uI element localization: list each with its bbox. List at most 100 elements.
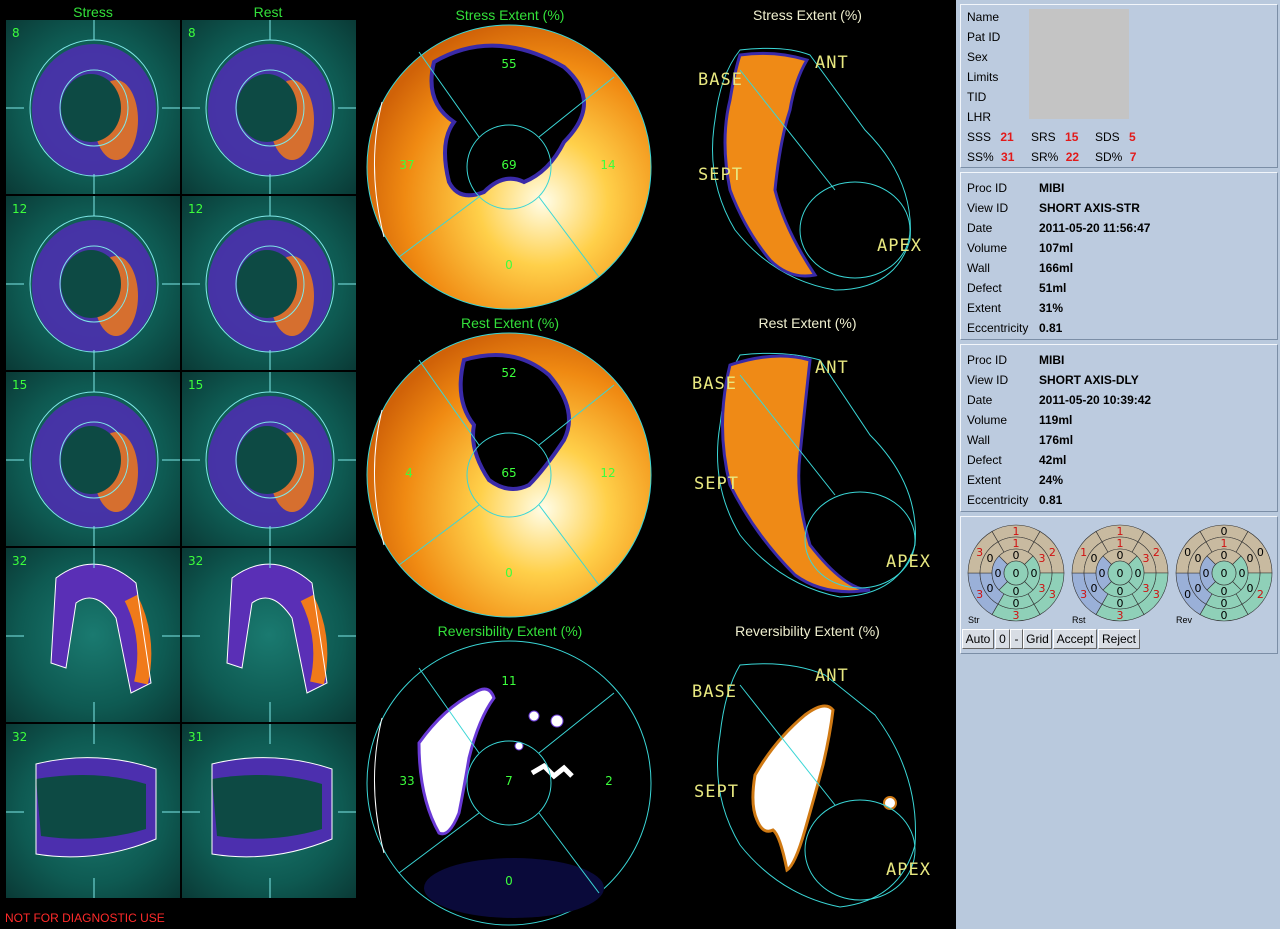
bullseye-segment-value: 0 bbox=[1203, 567, 1210, 580]
dash-button[interactable]: - bbox=[1010, 629, 1023, 649]
bullseye-segment-value: 0 bbox=[1013, 585, 1020, 598]
score-value-sd: 7 bbox=[1129, 150, 1137, 164]
stress-slice-number: 12 bbox=[12, 202, 28, 216]
three-d-rev-base: BASE bbox=[692, 682, 737, 702]
proc_rest-value: MIBI bbox=[1039, 353, 1065, 367]
proc_rest-value: 0.81 bbox=[1039, 493, 1063, 507]
bullseye-apex-value: 0 bbox=[1013, 567, 1020, 580]
polar-title-reversibility: Reversibility Extent (%) bbox=[437, 623, 583, 639]
proc_rest-value: 42ml bbox=[1039, 453, 1067, 467]
bullseye-segment-value: 0 bbox=[1135, 567, 1142, 580]
proc_stress-value: SHORT AXIS-STR bbox=[1039, 201, 1140, 215]
rest-slice-4[interactable]: 32 bbox=[182, 548, 356, 722]
bullseye-rev[interactable]: 002000100000 0000 0 bbox=[1172, 521, 1276, 625]
bullseye-segment-value: 0 bbox=[987, 582, 994, 595]
bullseye-segment-value: 0 bbox=[1221, 549, 1228, 562]
bullseye-segment-value: 0 bbox=[1117, 585, 1124, 598]
bullseye-segment-value: 3 bbox=[976, 588, 983, 601]
proc_stress-value: 107ml bbox=[1039, 241, 1074, 255]
bullseye-segment-value: 0 bbox=[1257, 546, 1264, 559]
stress-slice-1[interactable]: 8 bbox=[6, 20, 180, 194]
bullseye-segment-value: 3 bbox=[1153, 588, 1160, 601]
polar-rev-right: 2 bbox=[605, 774, 613, 788]
bullseye-segment-value: 0 bbox=[1195, 582, 1202, 595]
proc_stress-label: Date bbox=[967, 221, 993, 235]
patient-label-limits: Limits bbox=[967, 70, 999, 84]
proc_stress-value: 31% bbox=[1039, 301, 1064, 315]
score-value-srs: 15 bbox=[1065, 130, 1079, 144]
score-label-ss: SS% bbox=[967, 150, 994, 164]
proc_rest-label: View ID bbox=[967, 373, 1009, 387]
zero-button[interactable]: 0 bbox=[995, 629, 1010, 649]
reject-button[interactable]: Reject bbox=[1098, 629, 1140, 649]
polar-rest-right: 12 bbox=[600, 466, 616, 480]
bullseye-segment-value: 3 bbox=[1080, 588, 1087, 601]
three-d-stress-apex: APEX bbox=[877, 236, 922, 256]
score-label-sd: SD% bbox=[1095, 150, 1123, 164]
score-value-sr: 22 bbox=[1065, 150, 1080, 164]
three-d-stress-ant: ANT bbox=[815, 53, 849, 73]
stress-slice-3[interactable]: 15 bbox=[6, 372, 180, 546]
bullseye-segment-value: 0 bbox=[1031, 567, 1038, 580]
rest-slice-5[interactable]: 31 bbox=[182, 724, 356, 898]
bullseye-segment-value: 0 bbox=[995, 567, 1002, 580]
proc_rest-label: Proc ID bbox=[967, 353, 1008, 367]
proc_stress-label: Proc ID bbox=[967, 181, 1008, 195]
proc_rest-label: Defect bbox=[967, 453, 1002, 467]
proc_rest-label: Extent bbox=[967, 473, 1002, 487]
proc_rest-value: 2011-05-20 10:39:42 bbox=[1039, 393, 1152, 407]
rest-slice-3[interactable]: 15 bbox=[182, 372, 356, 546]
patient-label-sex: Sex bbox=[967, 50, 988, 64]
bullseye-segment-value: 3 bbox=[1117, 609, 1124, 622]
score-value-sds: 5 bbox=[1129, 130, 1136, 144]
patient-label-patid: Pat ID bbox=[967, 30, 1001, 44]
stress-column-header: Stress bbox=[73, 4, 113, 20]
polar-title-rest: Rest Extent (%) bbox=[460, 315, 560, 331]
proc_rest-label: Wall bbox=[967, 433, 990, 447]
polar-rest-center: 65 bbox=[501, 466, 517, 480]
auto-button[interactable]: Auto bbox=[962, 629, 994, 649]
three-d-rest-ant: ANT bbox=[815, 358, 849, 378]
proc_rest-value: 24% bbox=[1039, 473, 1064, 487]
bullseye-segment-value: 0 bbox=[1221, 609, 1228, 622]
proc_stress-label: Volume bbox=[967, 241, 1008, 255]
three-d-rest-apex: APEX bbox=[886, 552, 931, 572]
info-panel: Name Pat ID Sex Limits TID LHR SSS 21 SR… bbox=[956, 0, 1280, 929]
rest-slice-number: 8 bbox=[188, 26, 196, 40]
bullseye-segment-value: 3 bbox=[1049, 588, 1056, 601]
rest-slice-1[interactable]: 8 bbox=[182, 20, 356, 194]
patient-info-box: Name Pat ID Sex Limits TID LHR SSS 21 SR… bbox=[960, 4, 1278, 168]
patient-label-name: Name bbox=[967, 10, 1000, 24]
stress-slice-5[interactable]: 32 bbox=[6, 724, 180, 898]
bullseye-str[interactable]: 123333133000 0000 0 bbox=[964, 521, 1068, 625]
proc-stress-box: Proc ID MIBI View ID SHORT AXIS-STR Date 2011… bbox=[960, 172, 1278, 340]
bullseye-apex-value: 0 bbox=[1117, 567, 1124, 580]
accept-button[interactable]: Accept bbox=[1053, 629, 1097, 649]
grid-button[interactable]: Grid bbox=[1023, 629, 1052, 649]
score-label-sds: SDS bbox=[1095, 130, 1120, 144]
bullseye-segment-value: 3 bbox=[1142, 552, 1149, 565]
bullseye-segment-value: 0 bbox=[1246, 582, 1253, 595]
three-d-title-rest: Rest Extent (%) bbox=[758, 315, 857, 331]
rest-slice-number: 31 bbox=[188, 730, 204, 744]
bullseye-segment-value: 0 bbox=[987, 552, 994, 565]
stress-slice-4[interactable]: 32 bbox=[6, 548, 180, 722]
diagnostic-warning: NOT FOR DIAGNOSTIC USE bbox=[5, 911, 165, 925]
stress-slice-number: 32 bbox=[12, 554, 28, 568]
rest-slice-2[interactable]: 12 bbox=[182, 196, 356, 370]
bullseye-segment-value: 3 bbox=[976, 546, 983, 559]
stress-slice-2[interactable]: 12 bbox=[6, 196, 180, 370]
bullseye-rst[interactable]: 123331133000 0000 0 bbox=[1068, 521, 1172, 625]
polar-rest-left: 4 bbox=[405, 466, 413, 480]
bullseye-segment-value: 0 bbox=[1013, 549, 1020, 562]
bullseye-segment-value: 2 bbox=[1257, 588, 1264, 601]
proc_stress-label: View ID bbox=[967, 201, 1009, 215]
polar-stress-right: 14 bbox=[600, 158, 616, 172]
proc_rest-value: 119ml bbox=[1039, 413, 1073, 427]
bullseye-segment-value: 0 bbox=[1117, 549, 1124, 562]
bullseye-segment-value: 2 bbox=[1153, 546, 1160, 559]
proc_stress-value: 166ml bbox=[1039, 261, 1074, 275]
bullseye-segment-value: 0 bbox=[1195, 552, 1202, 565]
polar-rev-top: 11 bbox=[501, 674, 517, 688]
score-value-ss: 31 bbox=[1001, 150, 1015, 164]
